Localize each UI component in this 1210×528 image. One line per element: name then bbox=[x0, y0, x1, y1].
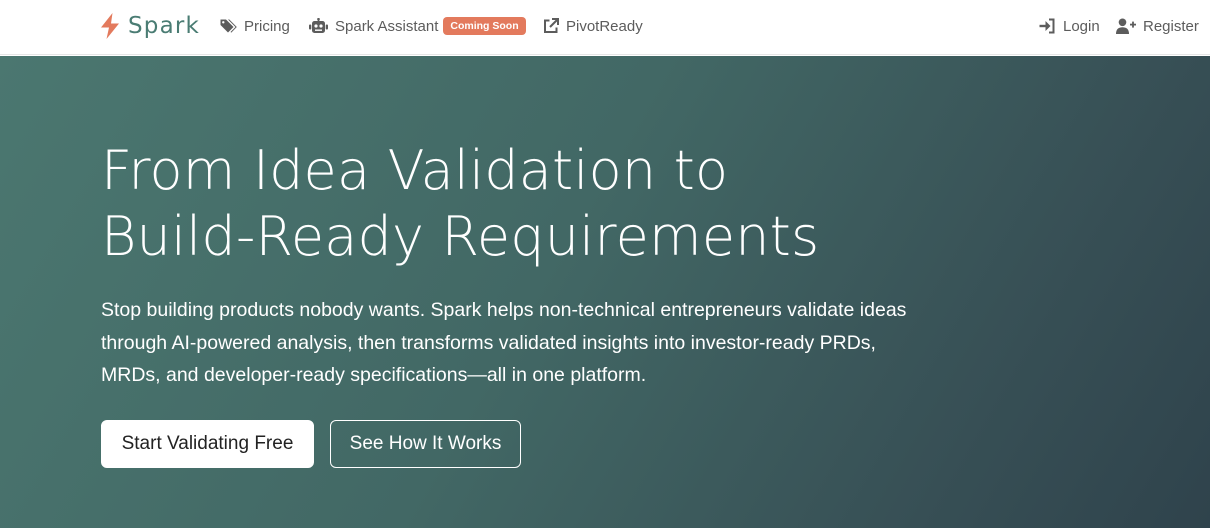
hero-title-line-2: Build-Ready Requirements bbox=[101, 205, 820, 268]
nav-link-label: Spark Assistant bbox=[335, 17, 439, 35]
hero-title: From Idea Validation to Build-Ready Requ… bbox=[101, 138, 1001, 270]
hero-description: Stop building products nobody wants. Spa… bbox=[101, 299, 907, 386]
nav-link-label: Login bbox=[1063, 17, 1100, 35]
nav-link-login[interactable]: Login bbox=[1039, 0, 1100, 52]
nav-link-label: Pricing bbox=[244, 17, 290, 35]
see-how-it-works-button[interactable]: See How It Works bbox=[330, 420, 521, 468]
hero-section: From Idea Validation to Build-Ready Requ… bbox=[0, 56, 1210, 528]
nav-link-pricing[interactable]: Pricing bbox=[220, 0, 290, 52]
nav-link-spark-assistant[interactable]: Spark Assistant Coming Soon bbox=[309, 0, 526, 52]
robot-icon bbox=[309, 18, 328, 34]
nav-link-register[interactable]: Register bbox=[1116, 0, 1199, 52]
sign-in-icon bbox=[1039, 18, 1056, 34]
bolt-icon bbox=[100, 13, 120, 39]
top-navbar: Spark Pricing Spark Assistant Coming Soo… bbox=[0, 0, 1210, 55]
tags-icon bbox=[220, 18, 237, 34]
nav-link-label: PivotReady bbox=[566, 17, 643, 35]
start-validating-button[interactable]: Start Validating Free bbox=[101, 420, 314, 468]
hero-title-line-1: From Idea Validation to bbox=[101, 139, 729, 202]
nav-link-label: Register bbox=[1143, 17, 1199, 35]
external-link-icon bbox=[543, 18, 559, 34]
user-plus-icon bbox=[1116, 18, 1136, 34]
brand-logo-link[interactable]: Spark bbox=[100, 10, 200, 42]
coming-soon-badge: Coming Soon bbox=[443, 17, 526, 35]
nav-link-pivotready[interactable]: PivotReady bbox=[543, 0, 643, 52]
brand-name: Spark bbox=[128, 13, 201, 39]
